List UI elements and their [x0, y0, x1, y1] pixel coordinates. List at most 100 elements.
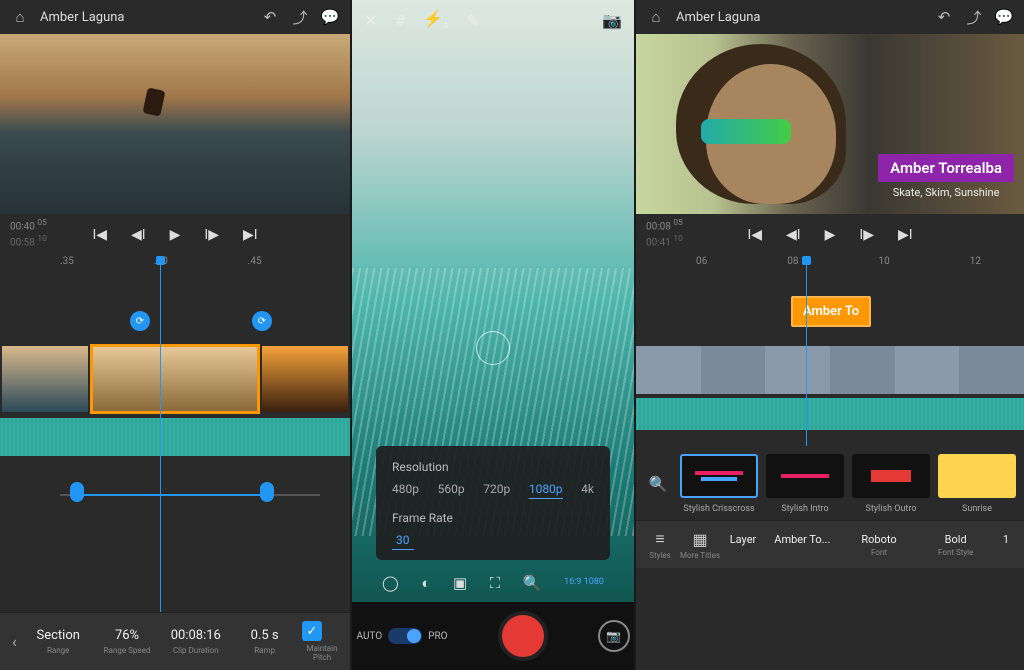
topbar: ⌂ Amber Laguna ↶ ⤴ 💬	[0, 0, 350, 34]
title-clip[interactable]: Amber To	[791, 296, 871, 327]
clip-duration[interactable]: 00:08:16 Clip Duration	[164, 628, 227, 655]
aperture-icon[interactable]: ◯	[382, 574, 399, 592]
skip-end-icon[interactable]: ▶I	[898, 227, 913, 243]
keyframe-marker[interactable]: ⟳	[252, 311, 272, 331]
phone-camera: ✕ # ⚡A ✎ 📷 Resolution 480p 560p 720p 108…	[352, 0, 634, 670]
crop-icon[interactable]: ⛶	[490, 574, 501, 592]
video-track[interactable]	[636, 346, 1024, 394]
font-select[interactable]: Roboto Font	[843, 533, 916, 557]
camera-bottom-bar: AUTO PRO 📷	[352, 602, 634, 670]
step-forward-icon[interactable]: I▶	[859, 227, 874, 243]
layer-select[interactable]: Layer	[724, 533, 762, 557]
still-photo-button[interactable]: 📷	[598, 620, 630, 652]
playhead[interactable]	[160, 256, 161, 612]
ramp-duration[interactable]: 0.5 s Ramp	[233, 628, 296, 655]
speed-controls: ‹ Section Range 76% Range Speed 00:08:16…	[0, 612, 350, 670]
camera-viewfinder[interactable]: ✕ # ⚡A ✎ 📷 Resolution 480p 560p 720p 108…	[352, 0, 634, 670]
font-weight-select[interactable]: Bold Font Style	[919, 533, 992, 557]
playhead[interactable]	[806, 256, 807, 446]
resolution-option[interactable]: 4k	[581, 482, 594, 499]
title-style-picker: 🔍 Stylish Crisscross Stylish Intro Styli…	[636, 446, 1024, 520]
aspect-ratio-readout[interactable]: 16:9 1080	[564, 578, 604, 588]
share-icon[interactable]: ⤴	[964, 7, 984, 28]
video-track[interactable]	[0, 344, 350, 414]
timeline[interactable]: .35 .40 .45 ⟳ ⟳	[0, 256, 350, 612]
time-ruler: 06 08 10 12	[636, 256, 1024, 274]
grid-icon[interactable]: #	[395, 11, 405, 30]
range-handle-start[interactable]	[70, 482, 84, 502]
time-ruler: .35 .40 .45	[0, 256, 350, 274]
resolution-option[interactable]: 720p	[483, 482, 510, 499]
white-balance-icon[interactable]: ▣	[453, 574, 467, 592]
lower-third-subtitle: Skate, Skim, Sunshine	[878, 186, 1014, 199]
zoom-icon[interactable]: 🔍	[523, 574, 542, 592]
range-handle-end[interactable]	[260, 482, 274, 502]
opacity-field[interactable]: 1	[996, 533, 1016, 557]
home-icon[interactable]: ⌂	[646, 8, 666, 26]
capture-settings-panel: Resolution 480p 560p 720p 1080p 4k Frame…	[376, 446, 610, 560]
comment-icon[interactable]: 💬	[320, 8, 340, 26]
preview[interactable]	[0, 34, 350, 214]
lower-third[interactable]: Amber Torrealba Skate, Skim, Sunshine	[878, 154, 1014, 199]
thumbnail	[830, 346, 895, 394]
mode-pro-label: PRO	[428, 631, 447, 642]
focus-ring-icon[interactable]	[476, 331, 510, 365]
topbar: ⌂ Amber Laguna ↶ ⤴ 💬	[636, 0, 1024, 34]
clip[interactable]	[0, 344, 90, 414]
step-forward-icon[interactable]: I▶	[204, 227, 219, 243]
undo-icon[interactable]: ↶	[260, 8, 280, 26]
exposure-icon[interactable]: ◐	[421, 574, 430, 592]
record-button[interactable]	[498, 611, 548, 661]
speed-percent[interactable]: 76% Range Speed	[96, 628, 159, 655]
eyedropper-icon[interactable]: ✎	[466, 11, 479, 30]
camera-top-toolbar: ✕ # ⚡A ✎ 📷	[352, 0, 634, 40]
maintain-pitch[interactable]: ✓ Maintain Pitch	[302, 621, 342, 662]
share-icon[interactable]: ⤴	[290, 7, 310, 28]
flash-icon[interactable]: ⚡A	[423, 9, 448, 30]
clip-selected[interactable]	[90, 344, 260, 414]
speed-section[interactable]: Section Range	[27, 628, 90, 655]
resolution-option-selected[interactable]: 1080p	[529, 482, 563, 499]
flip-camera-icon[interactable]: 📷	[602, 11, 622, 30]
phone-editor-titles: ⌂ Amber Laguna ↶ ⤴ 💬 Amber Torrealba Ska…	[636, 0, 1024, 670]
keyframe-marker[interactable]: ⟳	[130, 311, 150, 331]
checkbox-checked-icon[interactable]: ✓	[302, 621, 322, 641]
play-icon[interactable]: ▶	[825, 227, 836, 243]
title-tile[interactable]	[852, 454, 930, 498]
step-back-icon[interactable]: ◀I	[786, 227, 801, 243]
undo-icon[interactable]: ↶	[934, 8, 954, 26]
clip[interactable]	[260, 344, 350, 414]
camera-tools-row: ◯ ◐ ▣ ⛶ 🔍 16:9 1080	[382, 574, 604, 592]
preview-thumbnail-woman: Amber Torrealba Skate, Skim, Sunshine	[636, 34, 1024, 214]
speed-range-bar[interactable]	[0, 476, 350, 512]
audio-track[interactable]	[0, 418, 350, 456]
title-properties-bar: ≡ Styles ▦ More Titles Layer Amber To...…	[636, 520, 1024, 568]
frame-rate-value[interactable]: 30	[392, 533, 414, 550]
home-icon[interactable]: ⌂	[10, 8, 30, 26]
thumbnail	[701, 346, 766, 394]
title-text-field[interactable]: Amber To...	[766, 533, 839, 557]
comment-icon[interactable]: 💬	[994, 8, 1014, 26]
toggle-switch-icon[interactable]	[388, 628, 422, 644]
title-tile[interactable]	[766, 454, 844, 498]
more-titles-icon[interactable]: ▦	[680, 530, 720, 549]
audio-track[interactable]	[636, 398, 1024, 430]
timeline[interactable]: 06 08 10 12 Amber To	[636, 256, 1024, 446]
resolution-option[interactable]: 480p	[392, 482, 419, 499]
title-tile[interactable]	[680, 454, 758, 498]
resolution-option[interactable]: 560p	[438, 482, 465, 499]
chevron-left-icon[interactable]: ‹	[8, 632, 21, 651]
skip-end-icon[interactable]: ▶I	[243, 227, 258, 243]
preview[interactable]: Amber Torrealba Skate, Skim, Sunshine	[636, 34, 1024, 214]
styles-icon[interactable]: ≡	[644, 529, 676, 549]
search-icon[interactable]: 🔍	[644, 454, 672, 514]
close-icon[interactable]: ✕	[364, 11, 377, 30]
project-title: Amber Laguna	[676, 10, 924, 25]
play-icon[interactable]: ▶	[170, 227, 181, 243]
title-tile[interactable]	[938, 454, 1016, 498]
thumbnail	[959, 346, 1024, 394]
skip-start-icon[interactable]: I◀	[747, 227, 762, 243]
step-back-icon[interactable]: ◀I	[131, 227, 146, 243]
mode-toggle[interactable]: AUTO PRO	[357, 628, 448, 644]
skip-start-icon[interactable]: I◀	[92, 227, 107, 243]
